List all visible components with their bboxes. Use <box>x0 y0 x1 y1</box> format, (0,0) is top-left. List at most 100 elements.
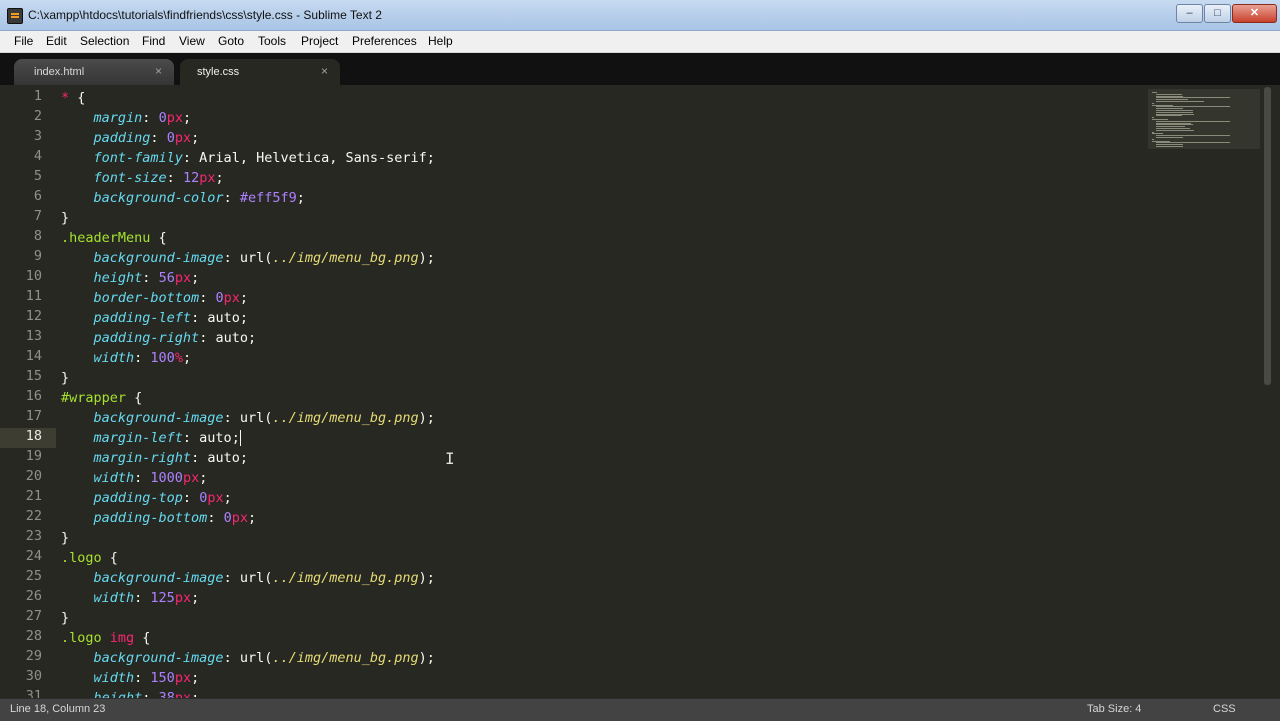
code-token: ; <box>215 170 224 186</box>
code-line[interactable]: padding-left: auto; <box>61 308 248 328</box>
code-token: img <box>109 630 135 646</box>
code-line[interactable]: width: 125px; <box>61 588 200 608</box>
code-line[interactable]: background-color: #eff5f9; <box>61 188 305 208</box>
code-line[interactable]: } <box>61 608 69 628</box>
code-line[interactable]: padding-top: 0px; <box>61 488 232 508</box>
code-token: { <box>101 550 118 566</box>
tab-size-indicator[interactable]: Tab Size: 4 <box>1087 703 1141 715</box>
menu-view[interactable]: View <box>179 34 205 48</box>
minimize-button[interactable]: – <box>1176 4 1203 23</box>
code-line[interactable]: padding-right: auto; <box>61 328 257 348</box>
code-line[interactable]: padding-bottom: 0px; <box>61 508 257 528</box>
code-line[interactable]: .logo img { <box>61 628 150 648</box>
menu-goto[interactable]: Goto <box>218 34 244 48</box>
code-token: margin <box>93 110 143 126</box>
tab-label: index.html <box>34 66 85 78</box>
code-token: : <box>134 470 151 486</box>
minimap[interactable] <box>1148 89 1260 149</box>
tab-close-icon[interactable]: × <box>321 64 328 78</box>
maximize-button[interactable]: □ <box>1204 4 1231 23</box>
tab-style-css[interactable]: style.css × <box>180 59 340 85</box>
menu-project[interactable]: Project <box>301 34 338 48</box>
text-caret <box>239 430 241 446</box>
code-token: font-family <box>93 150 183 166</box>
code-line[interactable]: background-image: url(../img/menu_bg.png… <box>61 648 435 668</box>
code-line[interactable]: } <box>61 528 69 548</box>
code-line[interactable]: padding: 0px; <box>61 128 200 148</box>
code-token: : <box>134 670 151 686</box>
code-line[interactable]: margin: 0px; <box>61 108 192 128</box>
code-token: : <box>199 290 216 306</box>
tab-label: style.css <box>197 66 240 78</box>
code-token: padding <box>93 130 151 146</box>
code-token: } <box>61 610 70 626</box>
editor-area[interactable]: 1 2 3 4 5 6 7 8 9 10 11 12 13 14 15 16 1… <box>0 85 1280 698</box>
menu-preferences[interactable]: Preferences <box>352 34 417 48</box>
code-token: { <box>134 630 151 646</box>
code-token: : <box>142 110 159 126</box>
code-line[interactable]: .headerMenu { <box>61 228 167 248</box>
code-line[interactable]: background-image: url(../img/menu_bg.png… <box>61 568 435 588</box>
code-token: ; <box>239 290 248 306</box>
code-token: padding-right <box>93 330 200 346</box>
code-token: : <box>223 190 240 206</box>
code-token: : url( <box>223 650 273 666</box>
code-line[interactable]: border-bottom: 0px; <box>61 288 248 308</box>
menu-help[interactable]: Help <box>428 34 453 48</box>
code-token: ; <box>182 350 192 366</box>
code-token: border-bottom <box>93 290 200 306</box>
code-line[interactable]: * { <box>61 88 85 108</box>
code-line[interactable]: } <box>61 208 69 228</box>
menu-file[interactable]: File <box>14 34 33 48</box>
code-token: : auto; <box>191 310 248 326</box>
code-token: 0 <box>158 110 167 126</box>
code-line[interactable]: margin-right: auto; <box>61 448 248 468</box>
code-line[interactable]: margin-left: auto; <box>61 428 241 448</box>
tab-close-icon[interactable]: × <box>155 64 162 78</box>
code-token: : <box>142 270 159 286</box>
code-token: : url( <box>223 410 273 426</box>
code-token: px <box>223 290 240 306</box>
code-line[interactable]: background-image: url(../img/menu_bg.png… <box>61 408 435 428</box>
code-token: #wrapper <box>61 390 127 406</box>
code-token: width <box>93 670 135 686</box>
close-button[interactable]: ✕ <box>1232 4 1277 23</box>
tab-index-html[interactable]: index.html × <box>14 59 174 85</box>
code-token: : <box>182 490 200 506</box>
code-token: padding-top <box>93 490 183 506</box>
code-line[interactable]: height: 56px; <box>61 268 200 288</box>
code-token: background-image <box>93 570 224 586</box>
code-line[interactable]: } <box>61 368 69 388</box>
code-token: ../img/menu_bg.png <box>272 410 419 426</box>
syntax-indicator[interactable]: CSS <box>1213 703 1236 715</box>
code-token: ); <box>418 570 435 586</box>
code-line[interactable]: font-size: 12px; <box>61 168 224 188</box>
code-token: : <box>150 130 167 146</box>
code-line[interactable]: width: 1000px; <box>61 468 208 488</box>
code-line[interactable]: #wrapper { <box>61 388 142 408</box>
code-line[interactable]: width: 100%; <box>61 348 192 368</box>
code-line[interactable]: font-family: Arial, Helvetica, Sans-seri… <box>61 148 435 168</box>
code-line[interactable]: width: 150px; <box>61 668 200 688</box>
code-token: ; <box>296 190 305 206</box>
code-token: ; <box>199 470 208 486</box>
code-token: padding-left <box>93 310 192 326</box>
code-line[interactable]: .logo { <box>61 548 118 568</box>
menu-tools[interactable]: Tools <box>258 34 286 48</box>
code-token: } <box>61 530 70 546</box>
menu-edit[interactable]: Edit <box>46 34 67 48</box>
menu-find[interactable]: Find <box>142 34 165 48</box>
code-content[interactable]: * { margin: 0px; padding: 0px; font-fami… <box>0 85 1140 698</box>
code-token: : url( <box>223 570 273 586</box>
vertical-scrollbar[interactable] <box>1264 87 1271 385</box>
code-line[interactable]: background-image: url(../img/menu_bg.png… <box>61 248 435 268</box>
tab-bar: index.html × style.css × <box>0 53 1280 85</box>
code-line[interactable]: height: 38px; <box>61 688 200 698</box>
menu-selection[interactable]: Selection <box>80 34 129 48</box>
